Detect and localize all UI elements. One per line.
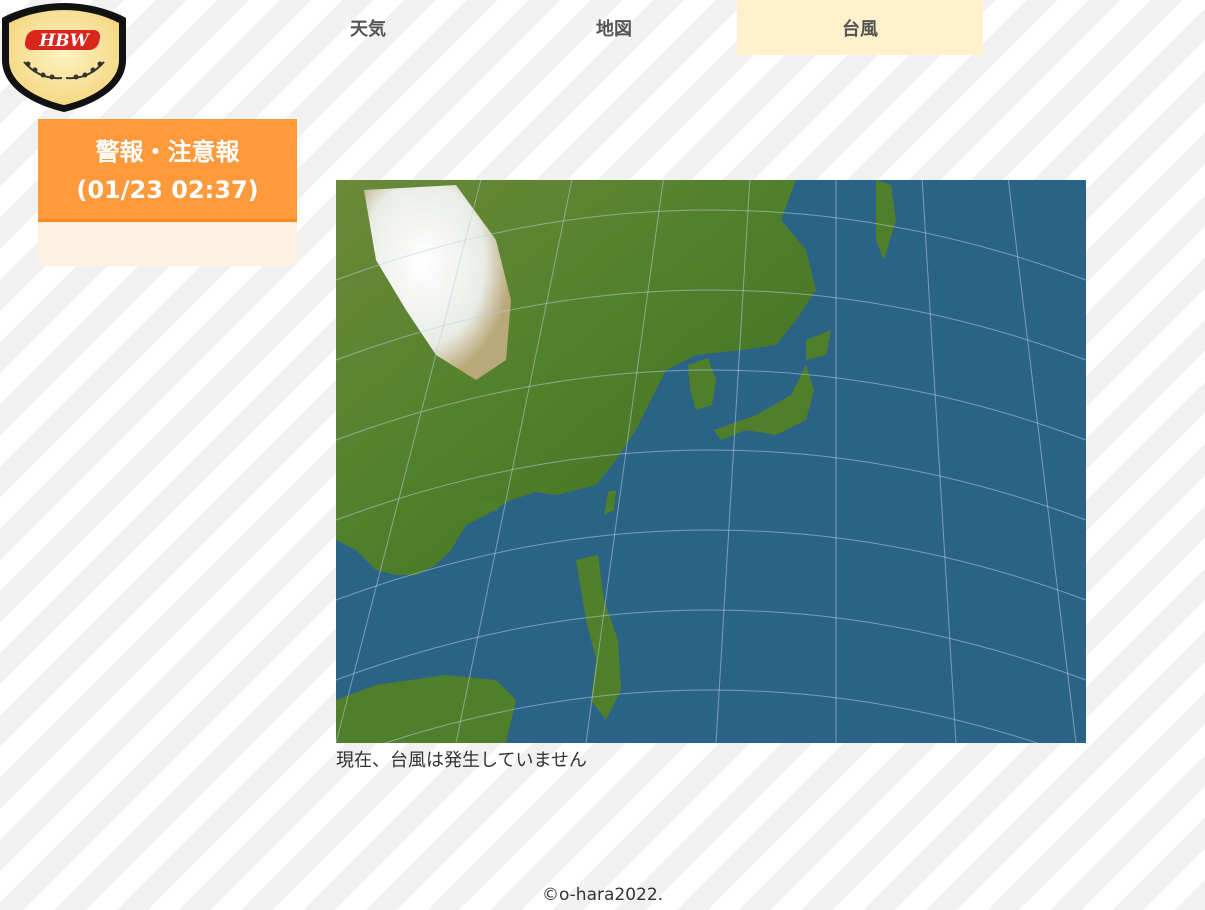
main-nav: 天気 地図 台風: [245, 0, 983, 55]
tab-map[interactable]: 地図: [491, 0, 737, 55]
alert-body: [38, 222, 297, 266]
tab-weather[interactable]: 天気: [245, 0, 491, 55]
typhoon-map: [336, 180, 1086, 743]
hbw-logo[interactable]: HBW: [0, 0, 128, 114]
alert-timestamp: (01/23 02:37): [76, 176, 259, 204]
alert-panel: 警報・注意報 (01/23 02:37): [38, 119, 297, 266]
footer-copyright: ©o-hara2022.: [541, 885, 664, 905]
alert-title: 警報・注意報: [95, 138, 240, 166]
logo-text: HBW: [38, 31, 90, 51]
tab-typhoon[interactable]: 台風: [737, 0, 983, 55]
typhoon-status-text: 現在、台風は発生していません: [336, 750, 587, 771]
alert-header[interactable]: 警報・注意報 (01/23 02:37): [38, 119, 297, 222]
